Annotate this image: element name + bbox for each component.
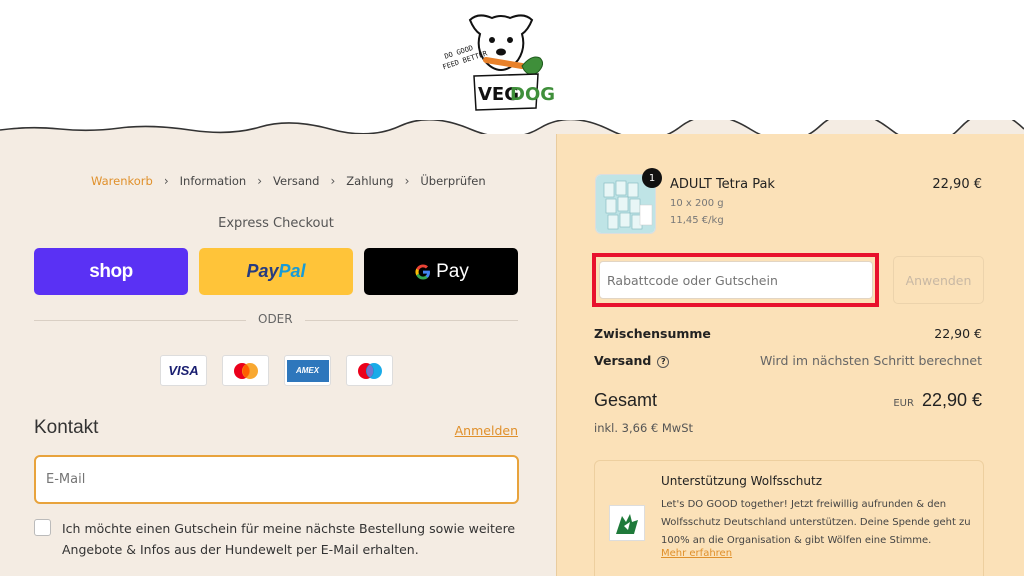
- shop-pay-label: shop: [89, 260, 133, 282]
- shipping-value: Wird im nächsten Schritt berechnet: [760, 353, 982, 368]
- chevron-right-icon: ›: [404, 174, 410, 188]
- payment-card-logos: VISA AMEX: [160, 355, 393, 386]
- help-icon[interactable]: ?: [657, 356, 670, 368]
- product-size: 10 x 200 g: [670, 198, 724, 209]
- mastercard-icon: [233, 362, 258, 379]
- donation-title: Unterstützung Wolfsschutz: [661, 474, 822, 488]
- google-pay-label: Pay: [436, 260, 469, 282]
- express-checkout-title: Express Checkout: [218, 216, 334, 231]
- subtotal-label: Zwischensumme: [594, 326, 711, 341]
- tax-note: inkl. 3,66 € MwSt: [594, 421, 694, 435]
- google-g-icon: [415, 263, 431, 279]
- total-value: 22,90 €: [921, 390, 982, 410]
- email-field[interactable]: [34, 455, 519, 504]
- contact-heading: Kontakt: [34, 417, 99, 438]
- product-unit-price: 11,45 €/kg: [670, 215, 724, 226]
- breadcrumb-shipping: Versand: [273, 174, 320, 188]
- maestro-logo: [346, 355, 393, 386]
- amex-logo: AMEX: [284, 355, 331, 386]
- breadcrumb-cart[interactable]: Warenkorb: [91, 174, 153, 188]
- shipping-label: Versand: [594, 353, 652, 368]
- vegdog-logo[interactable]: DO GOOD FEED BETTER VEG DOG: [440, 8, 562, 116]
- order-summary: 1 ADULT Tetra Pak 10 x 200 g 11,45 €/kg …: [556, 134, 1024, 576]
- paypal-label-pay: Pay: [246, 261, 279, 281]
- discount-code-input[interactable]: [599, 261, 873, 299]
- mastercard-logo: [222, 355, 269, 386]
- chevron-right-icon: ›: [163, 174, 169, 188]
- chevron-right-icon: ›: [330, 174, 336, 188]
- paypal-button[interactable]: Pay Pal: [199, 248, 353, 295]
- visa-logo: VISA: [160, 355, 207, 386]
- paypal-label-pal: Pal: [278, 261, 306, 281]
- chevron-right-icon: ›: [257, 174, 263, 188]
- shipping-row: Versand?: [594, 353, 670, 368]
- learn-more-link[interactable]: Mehr erfahren: [661, 548, 732, 559]
- newsletter-checkbox[interactable]: [34, 519, 51, 536]
- total-label: Gesamt: [594, 390, 658, 410]
- breadcrumb-information: Information: [179, 174, 247, 188]
- product-price: 22,90 €: [932, 177, 982, 192]
- google-pay-button[interactable]: Pay: [364, 248, 518, 295]
- total-amount: EUR 22,90 €: [893, 390, 982, 411]
- maestro-icon: [357, 362, 382, 379]
- shop-pay-button[interactable]: shop: [34, 248, 188, 295]
- visa-label: VISA: [168, 363, 199, 378]
- checkout-main: Warenkorb › Information › Versand › Zahl…: [0, 134, 556, 576]
- amex-label: AMEX: [286, 359, 329, 382]
- newsletter-checkbox-label: Ich möchte einen Gutschein für meine näc…: [62, 521, 516, 557]
- site-header: DO GOOD FEED BETTER VEG DOG: [0, 0, 1024, 136]
- subtotal-value: 22,90 €: [934, 326, 982, 341]
- breadcrumb-review: Überprüfen: [420, 174, 486, 188]
- total-currency: EUR: [893, 398, 914, 409]
- svg-text:DOG: DOG: [510, 84, 555, 105]
- donation-text: Let's DO GOOD together! Jetzt freiwillig…: [661, 499, 971, 546]
- apply-discount-button[interactable]: Anwenden: [893, 256, 984, 304]
- donation-box: Unterstützung Wolfsschutz Let's DO GOOD …: [594, 460, 984, 576]
- breadcrumb-payment: Zahlung: [346, 174, 394, 188]
- breadcrumb: Warenkorb › Information › Versand › Zahl…: [91, 174, 486, 188]
- quantity-badge: 1: [642, 168, 662, 188]
- product-name: ADULT Tetra Pak: [670, 177, 775, 192]
- wolf-protection-logo-icon: [609, 505, 645, 541]
- or-label: ODER: [246, 312, 305, 326]
- login-link[interactable]: Anmelden: [455, 423, 518, 438]
